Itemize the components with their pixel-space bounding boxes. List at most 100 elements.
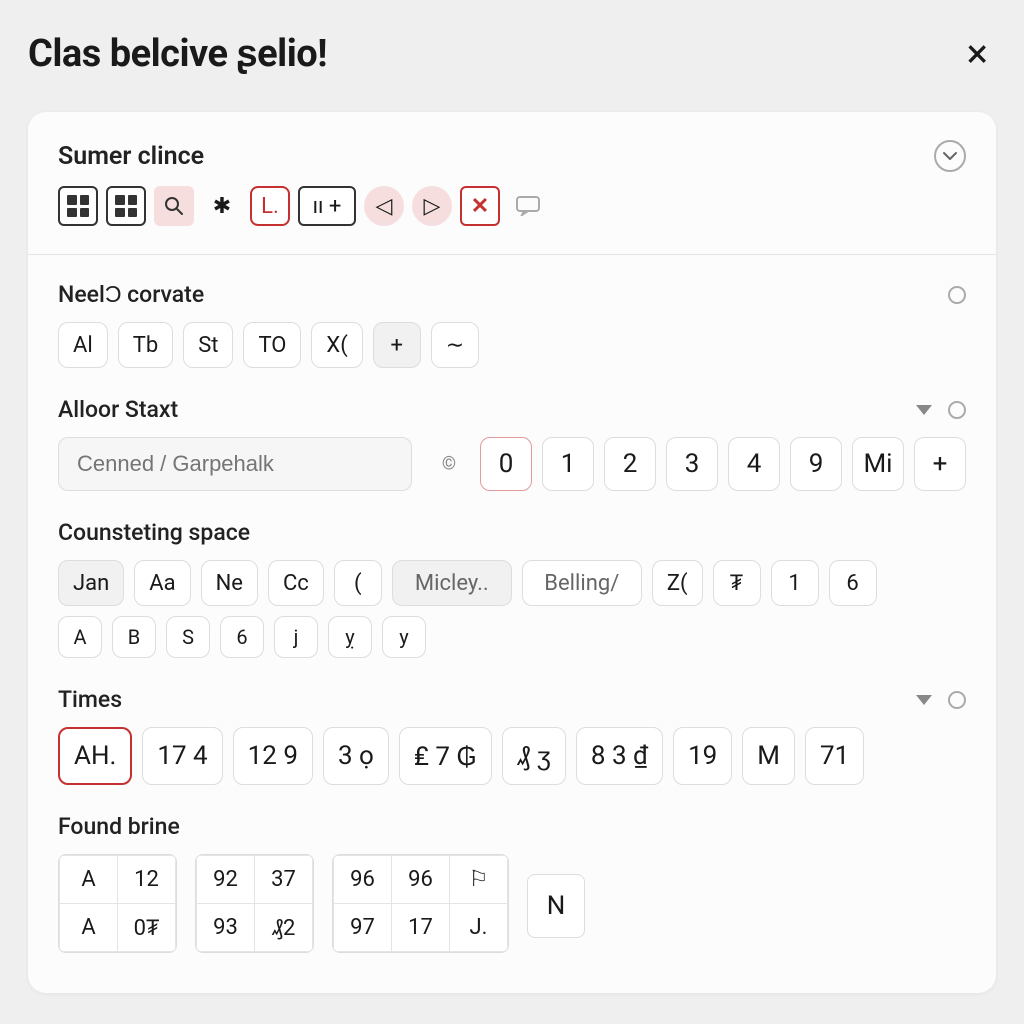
chip-a[interactable]: A [58, 616, 102, 658]
copyright-icon: © [442, 454, 456, 475]
chip-cc[interactable]: Cc [268, 560, 324, 606]
section-count-label: Counsteting space [58, 519, 250, 546]
time-129[interactable]: 12 9 [233, 727, 313, 785]
chip-tb[interactable]: Tb [118, 322, 173, 368]
cell[interactable]: 17 [392, 904, 450, 952]
chip-to[interactable]: TO [243, 322, 301, 368]
chip-micley[interactable]: Micley.. [392, 560, 512, 606]
time-71[interactable]: 71 [805, 727, 864, 785]
number-2[interactable]: 2 [604, 437, 656, 491]
chip-paren[interactable]: ( [334, 560, 382, 606]
letter-l-button[interactable]: L. [250, 186, 290, 226]
chip-tilde[interactable]: ∼ [431, 322, 479, 368]
grid-icon[interactable] [58, 186, 98, 226]
section-neel: NeelƆ corvate Al Tb St TO X( + ∼ [58, 281, 966, 368]
chip-ne[interactable]: Ne [201, 560, 258, 606]
pause-plus-button[interactable]: ıı + [298, 186, 356, 226]
section-alloor-label: Alloor Staxt [58, 396, 178, 423]
section-sumer-label: Sumer clince [58, 142, 204, 171]
cell[interactable]: 97 [334, 904, 392, 952]
time-174[interactable]: 17 4 [142, 727, 222, 785]
dialog-card: Sumer clince ✱ L. ıı + ◁ ▷ ✕ [28, 112, 996, 993]
time-g2[interactable]: ₰ ʒ [502, 727, 566, 785]
number-plus[interactable]: + [914, 437, 966, 491]
found-table-3: 9696⚐ 9717J. [332, 854, 509, 953]
time-g3[interactable]: 8 3 ₫ [576, 727, 663, 785]
times-chips: AH. 17 4 12 9 3 ọ ₤ 7 ₲ ₰ ʒ 8 3 ₫ 19 M 7… [58, 727, 966, 785]
cell[interactable]: A [60, 856, 118, 904]
chip-s[interactable]: S [166, 616, 210, 658]
cell[interactable]: 96 [334, 856, 392, 904]
found-table-2: 9237 93₰2 [195, 854, 314, 953]
section-times-label: Times [58, 686, 122, 713]
dialog-header: Clas belcive ʂelio! × [28, 30, 996, 78]
number-3[interactable]: 3 [666, 437, 718, 491]
time-ah[interactable]: AH. [58, 727, 132, 785]
time-3o[interactable]: 3 ọ [323, 727, 389, 785]
time-19[interactable]: 19 [673, 727, 732, 785]
chip-belling[interactable]: Belling/ [522, 560, 642, 606]
chip-yu[interactable]: ỵ [328, 616, 372, 658]
chat-icon [508, 186, 548, 226]
status-indicator [948, 286, 966, 304]
section-times: Times AH. 17 4 12 9 3 ọ ₤ 7 ₲ ₰ ʒ 8 3 ₫ … [58, 686, 966, 785]
cell[interactable]: 93 [197, 904, 255, 952]
chip-st[interactable]: St [183, 322, 233, 368]
alloor-text-input[interactable] [58, 437, 412, 491]
chevron-down-icon[interactable] [916, 695, 932, 705]
chip-plus[interactable]: + [373, 322, 421, 368]
neel-chips: Al Tb St TO X( + ∼ [58, 322, 966, 368]
grid-icon[interactable] [106, 186, 146, 226]
divider [28, 254, 996, 255]
chip-aa[interactable]: Aa [134, 560, 190, 606]
section-found-label: Found brine [58, 813, 180, 840]
cell[interactable]: 12 [118, 856, 176, 904]
found-table-1: A12 A0₮ [58, 854, 177, 953]
time-g1[interactable]: ₤ 7 ₲ [399, 727, 492, 785]
found-tables: A12 A0₮ 9237 93₰2 9696⚐ 9717J. N [58, 854, 966, 953]
chip-glyph1[interactable]: ₮ [713, 560, 761, 606]
search-icon[interactable] [154, 186, 194, 226]
forward-icon[interactable]: ▷ [412, 186, 452, 226]
section-neel-label: NeelƆ corvate [58, 281, 204, 308]
found-solo-n[interactable]: N [527, 874, 585, 938]
cell[interactable]: 96 [392, 856, 450, 904]
back-icon[interactable]: ◁ [364, 186, 404, 226]
chip-j[interactable]: j [274, 616, 318, 658]
cell[interactable]: 37 [255, 856, 313, 904]
number-1[interactable]: 1 [542, 437, 594, 491]
cell[interactable]: ₰2 [255, 904, 313, 952]
asterisk-icon[interactable]: ✱ [202, 186, 242, 226]
number-mi[interactable]: Mi [852, 437, 904, 491]
count-row2: A B S 6 j ỵ y [58, 616, 966, 658]
status-indicator [948, 401, 966, 419]
alloor-input-row: © 0 1 2 3 4 9 Mi + [58, 437, 966, 491]
x-button[interactable]: ✕ [460, 186, 500, 226]
chip-z[interactable]: Z( [652, 560, 703, 606]
dialog-title: Clas belcive ʂelio! [28, 32, 327, 76]
page-root: Clas belcive ʂelio! × Sumer clince ✱ L. … [0, 0, 1024, 993]
cell[interactable]: J. [450, 904, 508, 952]
chip-al[interactable]: Al [58, 322, 108, 368]
time-m[interactable]: M [742, 727, 795, 785]
chip-6[interactable]: 6 [829, 560, 877, 606]
chip-y[interactable]: y [382, 616, 426, 658]
cell[interactable]: ⚐ [450, 856, 508, 904]
chip-1[interactable]: 1 [771, 560, 819, 606]
sumer-toolbar: ✱ L. ıı + ◁ ▷ ✕ [58, 186, 966, 226]
section-alloor: Alloor Staxt © 0 1 2 3 4 9 Mi + [58, 396, 966, 491]
chip-b[interactable]: B [112, 616, 156, 658]
section-sumer: Sumer clince ✱ L. ıı + ◁ ▷ ✕ [58, 140, 966, 226]
close-button[interactable]: × [959, 30, 996, 78]
cell[interactable]: 92 [197, 856, 255, 904]
chip-6b[interactable]: 6 [220, 616, 264, 658]
collapse-toggle[interactable] [934, 140, 966, 172]
chip-jan[interactable]: Jan [58, 560, 124, 606]
cell[interactable]: 0₮ [118, 904, 176, 952]
number-9[interactable]: 9 [790, 437, 842, 491]
cell[interactable]: A [60, 904, 118, 952]
chip-x[interactable]: X( [311, 322, 362, 368]
number-0[interactable]: 0 [480, 437, 532, 491]
number-4[interactable]: 4 [728, 437, 780, 491]
chevron-down-icon[interactable] [916, 405, 932, 415]
